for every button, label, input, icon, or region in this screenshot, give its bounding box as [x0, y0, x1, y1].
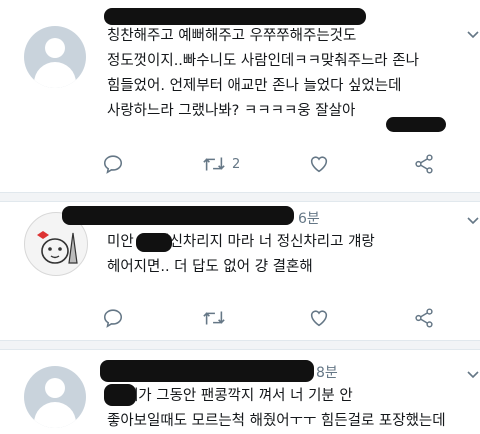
avatar-body-shape	[34, 62, 76, 88]
redacted-name-inline	[386, 117, 446, 132]
avatar-body-shape	[34, 402, 76, 428]
like-icon	[310, 156, 328, 173]
tweet-text-line: 칭찬해주고 예뻐해주고 우쭈쭈해주는것도	[107, 28, 357, 44]
reply-button[interactable]	[102, 152, 124, 176]
chevron-down-icon[interactable]	[466, 368, 480, 382]
like-button[interactable]	[308, 152, 330, 176]
reply-button[interactable]	[102, 306, 124, 330]
reply-icon	[103, 309, 123, 328]
retweet-button[interactable]	[202, 306, 232, 330]
redacted-username	[100, 360, 314, 382]
tweet-timestamp: 6분	[298, 211, 320, 227]
tweet-text: 칭찬해주고 예뻐해주고 우쭈쭈해주는것도 정도껏이지..빠수니도 사람인데ㅋㅋ맞…	[107, 24, 479, 124]
like-button[interactable]	[308, 306, 330, 330]
avatar[interactable]	[24, 366, 86, 428]
tweet-divider	[0, 340, 480, 350]
tweet-text-line: 헤어지면.. 더 답도 없어 걍 결혼해	[107, 259, 313, 275]
reply-icon	[103, 155, 123, 174]
tweet-text-line: 아 내가 그동안 팬콩깍지 껴서 너 기분 안	[107, 388, 353, 404]
tweet[interactable]: 6분 미안 아 정신차리지 마라 너 정신차리고 걔랑 헤어지면.. 더 답도 …	[0, 202, 480, 338]
chevron-down-icon[interactable]	[466, 214, 480, 228]
redacted-username	[104, 8, 366, 25]
like-icon	[310, 310, 328, 327]
retweet-count: 2	[232, 156, 241, 172]
tweet-divider	[0, 192, 480, 202]
tweet-actions: 2	[100, 152, 460, 176]
redacted-username	[62, 206, 294, 225]
tweet-text-line: 좋아보일때도 모르는척 해줬어ㅜㅜ 힘든걸로 포장했는데	[107, 413, 446, 429]
avatar-head-shape	[45, 378, 65, 398]
avatar[interactable]	[24, 26, 86, 88]
tweet-text-line: 힘들었어. 언제부터 애교만 존나 늘었다 싶었는데	[107, 78, 402, 94]
redacted-name-inline	[104, 384, 136, 406]
tweet[interactable]: 칭찬해주고 예뻐해주고 우쭈쭈해주는것도 정도껏이지..빠수니도 사람인데ㅋㅋ맞…	[0, 0, 480, 192]
tweet-text-line: 정도껏이지..빠수니도 사람인데ㅋㅋ맞춰주느라 존나	[107, 53, 419, 69]
share-icon	[415, 154, 433, 174]
tweet-timestamp: 8분	[316, 365, 338, 381]
retweet-icon	[203, 157, 225, 171]
tweet-actions	[100, 306, 460, 330]
tweet[interactable]: 8분 아 내가 그동안 팬콩깍지 껴서 너 기분 안 좋아보일때도 모르는척 해…	[0, 350, 480, 434]
redacted-name-inline	[136, 233, 172, 252]
share-button[interactable]	[413, 152, 435, 176]
share-icon	[415, 308, 433, 328]
retweet-icon	[203, 311, 225, 325]
avatar-head-shape	[45, 38, 65, 58]
retweet-button[interactable]: 2	[202, 152, 240, 176]
share-button[interactable]	[413, 306, 435, 330]
tweet-text: 아 내가 그동안 팬콩깍지 껴서 너 기분 안 좋아보일때도 모르는척 해줬어ㅜ…	[107, 384, 479, 434]
